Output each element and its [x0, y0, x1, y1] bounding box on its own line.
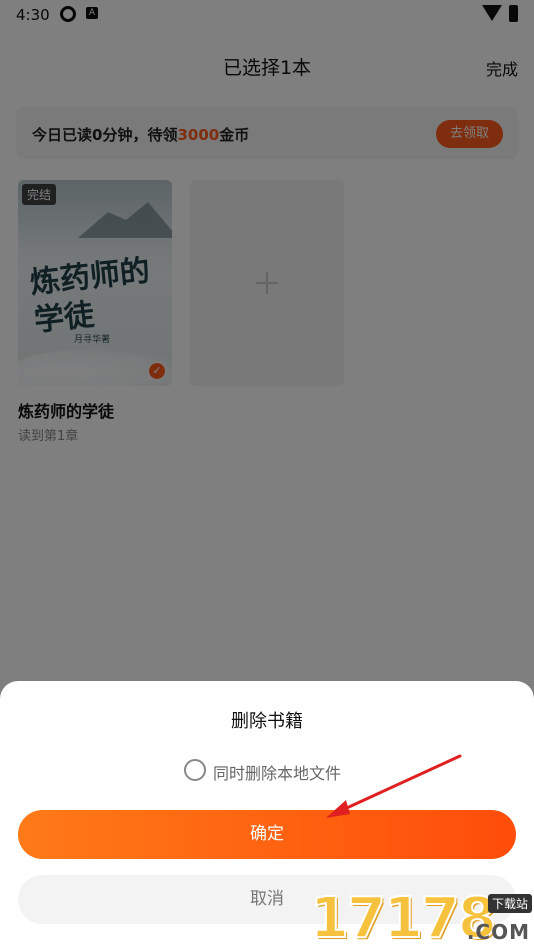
watermark-tag: 下载站	[487, 894, 532, 913]
site-watermark: 17178 下载站 .COM	[309, 887, 534, 950]
radio-unchecked-icon[interactable]	[184, 759, 206, 781]
dialog-title: 删除书籍	[231, 711, 303, 732]
watermark-suffix: .COM	[466, 920, 530, 944]
option-label: 同时删除本地文件	[213, 764, 342, 783]
confirm-button[interactable]: 确定	[18, 810, 516, 859]
